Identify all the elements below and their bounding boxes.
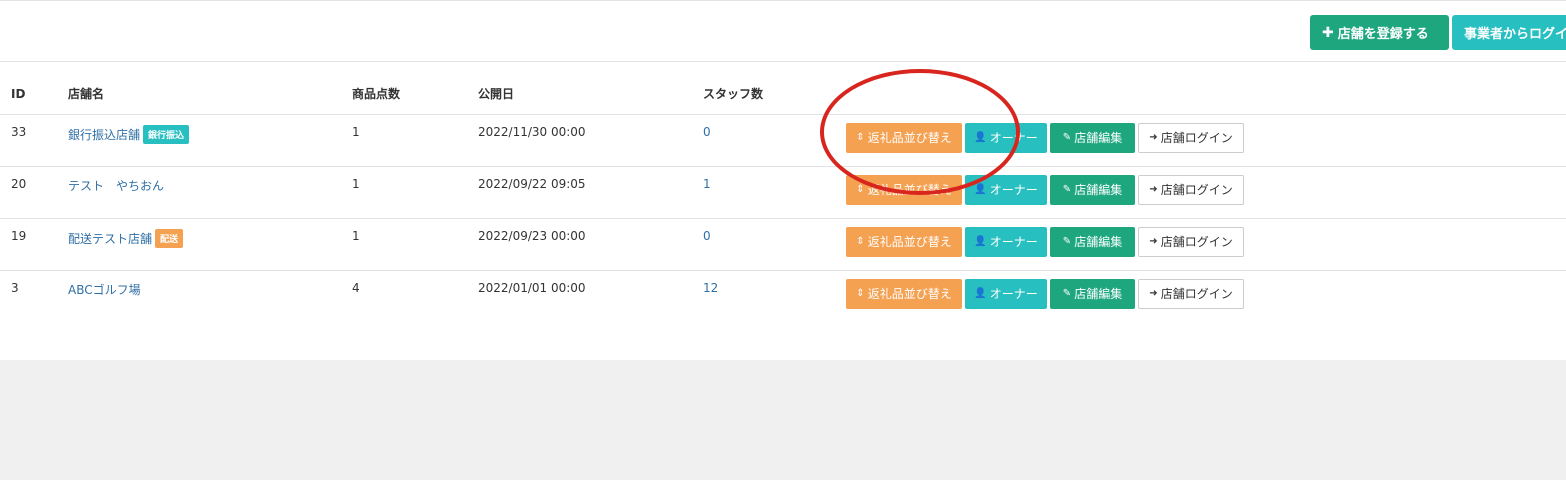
user-icon: 👤 bbox=[974, 132, 987, 143]
owner-button[interactable]: 👤 オーナー bbox=[965, 226, 1047, 257]
table-row: 33 銀行振込店舗 銀行振込 1 2022/11/30 00:00 0 ⇕ 返礼品並… bbox=[0, 114, 1566, 167]
publish-date: 2022/09/22 09:05 bbox=[478, 176, 586, 191]
item-count: 4 bbox=[352, 280, 360, 295]
user-icon: 👤 bbox=[974, 288, 987, 299]
edit-icon: ✎ bbox=[1062, 288, 1072, 299]
login-label: 店舗ログイン bbox=[1160, 287, 1233, 301]
staff-count-link[interactable]: 0 bbox=[703, 229, 711, 243]
sort-icon: ⇕ bbox=[856, 132, 865, 143]
header-id: ID bbox=[0, 74, 57, 115]
publish-date: 2022/09/23 00:00 bbox=[478, 228, 586, 243]
edit-store-button[interactable]: ✎ 店舗編集 bbox=[1050, 122, 1135, 153]
store-name-link[interactable]: テスト やちおん bbox=[68, 179, 164, 193]
plus-icon: ✚ bbox=[1322, 24, 1334, 41]
table-row: 19 配送テスト店舗 配送 1 2022/09/23 00:00 0 ⇕ 返礼品並び… bbox=[0, 218, 1566, 271]
header-actions bbox=[842, 74, 1566, 115]
bank-transfer-badge: 銀行振込 bbox=[143, 124, 190, 144]
edit-icon: ✎ bbox=[1062, 184, 1072, 195]
sort-items-button[interactable]: ⇕ 返礼品並び替え bbox=[846, 122, 962, 153]
table-row: 20 テスト やちおん 1 2022/09/22 09:05 1 ⇕ 返礼品並び替… bbox=[0, 166, 1566, 219]
header-staff-count: スタッフ数 bbox=[692, 74, 842, 115]
login-from-business-button[interactable]: 事業者からログイン bbox=[1452, 15, 1566, 50]
edit-store-button[interactable]: ✎ 店舗編集 bbox=[1050, 174, 1135, 205]
staff-count-link[interactable]: 12 bbox=[703, 281, 718, 295]
sort-label: 返礼品並び替え bbox=[867, 183, 952, 197]
sign-in-icon: ➜ bbox=[1149, 236, 1158, 247]
row-actions: ⇕ 返礼品並び替え 👤 オーナー ✎ 店舗編集 ➜ 店舗ログイン bbox=[846, 278, 1566, 309]
sort-icon: ⇕ bbox=[856, 184, 865, 195]
toolbar: ✚ 店舗を登録する 事業者からログイン bbox=[0, 1, 1566, 62]
owner-label: オーナー bbox=[989, 183, 1038, 197]
store-login-button[interactable]: ➜ 店舗ログイン bbox=[1138, 278, 1244, 309]
edit-label: 店舗編集 bbox=[1074, 183, 1123, 197]
sort-items-button[interactable]: ⇕ 返礼品並び替え bbox=[846, 278, 962, 309]
item-count: 1 bbox=[352, 124, 360, 139]
sign-in-icon: ➜ bbox=[1149, 184, 1158, 195]
store-table: ID 店舗名 商品点数 公開日 スタッフ数 33 銀行振込店舗 銀行振込 1 20… bbox=[0, 74, 1566, 322]
store-login-button[interactable]: ➜ 店舗ログイン bbox=[1138, 174, 1244, 205]
table-body: 33 銀行振込店舗 銀行振込 1 2022/11/30 00:00 0 ⇕ 返礼品並… bbox=[0, 114, 1566, 322]
item-count: 1 bbox=[352, 176, 360, 191]
sort-icon: ⇕ bbox=[856, 288, 865, 299]
store-name-link[interactable]: 銀行振込店舗 bbox=[68, 128, 140, 142]
user-icon: 👤 bbox=[974, 184, 987, 195]
edit-label: 店舗編集 bbox=[1074, 287, 1123, 301]
store-login-button[interactable]: ➜ 店舗ログイン bbox=[1138, 122, 1244, 153]
staff-count-link[interactable]: 1 bbox=[703, 177, 711, 191]
table-header-row: ID 店舗名 商品点数 公開日 スタッフ数 bbox=[0, 74, 1566, 115]
header-store-name: 店舗名 bbox=[57, 74, 341, 115]
store-name-link[interactable]: ABCゴルフ場 bbox=[68, 283, 141, 297]
sort-label: 返礼品並び替え bbox=[867, 131, 952, 145]
item-count: 1 bbox=[352, 228, 360, 243]
store-id: 3 bbox=[11, 280, 19, 295]
store-id: 20 bbox=[11, 176, 27, 191]
edit-label: 店舗編集 bbox=[1074, 235, 1123, 249]
header-item-count: 商品点数 bbox=[341, 74, 467, 115]
store-name-link[interactable]: 配送テスト店舗 bbox=[68, 232, 152, 246]
register-store-label: 店舗を登録する bbox=[1337, 27, 1429, 42]
shipping-badge: 配送 bbox=[155, 228, 184, 248]
login-label: 店舗ログイン bbox=[1160, 235, 1233, 249]
edit-icon: ✎ bbox=[1062, 132, 1072, 143]
owner-label: オーナー bbox=[989, 235, 1038, 249]
user-icon: 👤 bbox=[974, 236, 987, 247]
owner-label: オーナー bbox=[989, 131, 1038, 145]
sort-label: 返礼品並び替え bbox=[867, 287, 952, 301]
publish-date: 2022/01/01 00:00 bbox=[478, 280, 586, 295]
sign-in-icon: ➜ bbox=[1149, 132, 1158, 143]
sort-icon: ⇕ bbox=[856, 236, 865, 247]
edit-store-button[interactable]: ✎ 店舗編集 bbox=[1050, 226, 1135, 257]
store-list-panel: ✚ 店舗を登録する 事業者からログイン ID 店舗名 商品点数 公開日 スタッフ… bbox=[0, 0, 1566, 360]
login-from-business-label: 事業者からログイン bbox=[1464, 27, 1566, 42]
edit-icon: ✎ bbox=[1062, 236, 1072, 247]
store-id: 19 bbox=[11, 228, 27, 243]
sort-items-button[interactable]: ⇕ 返礼品並び替え bbox=[846, 174, 962, 205]
staff-count-link[interactable]: 0 bbox=[703, 125, 711, 139]
register-store-button[interactable]: ✚ 店舗を登録する bbox=[1310, 15, 1449, 50]
sort-items-button[interactable]: ⇕ 返礼品並び替え bbox=[846, 226, 962, 257]
row-actions: ⇕ 返礼品並び替え 👤 オーナー ✎ 店舗編集 ➜ 店舗ログイン bbox=[846, 122, 1566, 153]
edit-label: 店舗編集 bbox=[1074, 131, 1123, 145]
owner-button[interactable]: 👤 オーナー bbox=[965, 122, 1047, 153]
owner-button[interactable]: 👤 オーナー bbox=[965, 278, 1047, 309]
store-id: 33 bbox=[11, 124, 27, 139]
login-label: 店舗ログイン bbox=[1160, 183, 1233, 197]
login-label: 店舗ログイン bbox=[1160, 131, 1233, 145]
row-actions: ⇕ 返礼品並び替え 👤 オーナー ✎ 店舗編集 ➜ 店舗ログイン bbox=[846, 174, 1566, 205]
row-actions: ⇕ 返礼品並び替え 👤 オーナー ✎ 店舗編集 ➜ 店舗ログイン bbox=[846, 226, 1566, 257]
edit-store-button[interactable]: ✎ 店舗編集 bbox=[1050, 278, 1135, 309]
header-publish-date: 公開日 bbox=[467, 74, 692, 115]
publish-date: 2022/11/30 00:00 bbox=[478, 124, 586, 139]
owner-button[interactable]: 👤 オーナー bbox=[965, 174, 1047, 205]
owner-label: オーナー bbox=[989, 287, 1038, 301]
sign-in-icon: ➜ bbox=[1149, 288, 1158, 299]
table-row: 3 ABCゴルフ場 4 2022/01/01 00:00 12 ⇕ 返礼品並び替え… bbox=[0, 270, 1566, 322]
store-login-button[interactable]: ➜ 店舗ログイン bbox=[1138, 226, 1244, 257]
sort-label: 返礼品並び替え bbox=[867, 235, 952, 249]
